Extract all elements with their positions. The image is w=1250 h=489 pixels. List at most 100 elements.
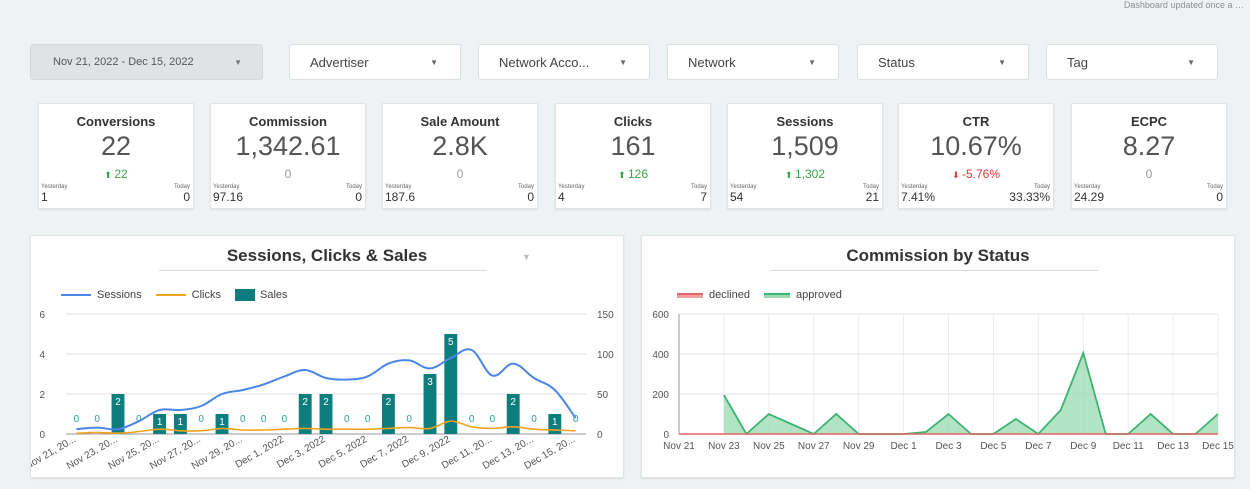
- scorecard-title: Clicks: [613, 114, 653, 129]
- caret-down-icon: ▼: [1187, 57, 1195, 67]
- filter-label: Tag: [1067, 54, 1088, 70]
- x-tick-label: Dec 1: [891, 441, 918, 452]
- x-tick-label: Nov 25: [753, 441, 785, 452]
- advertiser-filter[interactable]: Advertiser ▼: [289, 44, 461, 80]
- bar-data-label: 0: [469, 414, 475, 425]
- bar-data-label: 0: [198, 414, 204, 425]
- y-left-tick-label: 4: [39, 350, 45, 361]
- bar-data-label: 0: [261, 414, 267, 425]
- scorecard-delta: ⬇ -5.76%: [951, 167, 1001, 181]
- scorecard-title: Sessions: [776, 114, 834, 129]
- scorecard-title: Conversions: [76, 114, 156, 129]
- x-tick-label: Dec 3: [935, 441, 962, 452]
- caret-down-icon: ▼: [998, 57, 1006, 67]
- bar-data-label: 2: [386, 397, 392, 408]
- bar-data-label: 1: [178, 417, 184, 428]
- x-tick-label: Dec 15: [1202, 441, 1234, 452]
- scorecard-value: 2.8K: [432, 131, 488, 161]
- scorecard-delta: ⬆ 126: [617, 167, 649, 181]
- bar-data-label: 3: [427, 377, 433, 388]
- today-value: 0: [527, 190, 534, 204]
- scorecard-ecpc: ECPC 8.27 0 Yesterday Today 24.29 0: [1071, 103, 1227, 209]
- filter-label: Network: [688, 54, 736, 70]
- bar-data-label: 0: [94, 414, 100, 425]
- arrow-up-icon: ⬆: [104, 170, 115, 180]
- y-left-tick-label: 0: [39, 430, 45, 441]
- x-tick-label: Dec 7: [1025, 441, 1052, 452]
- arrow-up-icon: ⬆: [784, 170, 795, 180]
- date-range-picker[interactable]: Nov 21, 2022 - Dec 15, 2022 ▼: [30, 44, 263, 80]
- bar-data-label: 0: [490, 414, 496, 425]
- sessions-clicks-sales-chart: 02460501001500 020 1 1 0 1 0 0 02 20 020350 020 1 0No…: [31, 310, 614, 472]
- bar-data-label: 0: [365, 414, 371, 425]
- sales-bar[interactable]: [444, 334, 458, 434]
- x-tick-label: Nov 21: [663, 441, 695, 452]
- today-value: 33.33%: [1009, 190, 1050, 204]
- y-right-tick-label: 0: [597, 430, 603, 441]
- y-left-tick-label: 6: [39, 310, 45, 321]
- scorecard-ctr: CTR 10.67% ⬇ -5.76% Yesterday Today 7.41% 33.3…: [898, 103, 1054, 209]
- x-tick-label: Nov 27: [798, 441, 830, 452]
- scorecard-sessions: Sessions 1,509 ⬆ 1,302 Yesterday Today 54 21: [727, 103, 883, 209]
- x-tick-label: Nov 29: [843, 441, 875, 452]
- filter-label: Advertiser: [310, 54, 369, 70]
- y-tick-label: 0: [663, 430, 669, 441]
- scorecard-delta: 0: [284, 167, 292, 181]
- bar-data-label: 0: [531, 414, 537, 425]
- y-left-tick-label: 2: [39, 390, 45, 401]
- scorecard-conversions: Conversions 22 ⬆ 22 Yesterday Today 1 0: [38, 103, 194, 209]
- yesterday-value: 7.41%: [901, 190, 936, 204]
- scorecard-value: 1,509: [771, 131, 839, 161]
- x-tick-label: Nov 23: [708, 441, 740, 452]
- bar-data-label: 2: [115, 397, 121, 408]
- scorecard-delta: ⬆ 22: [104, 167, 128, 181]
- network-account-filter[interactable]: Network Acco... ▼: [478, 44, 650, 80]
- x-tick-label: Dec 9: [1070, 441, 1097, 452]
- network-filter[interactable]: Network ▼: [667, 44, 839, 80]
- commission-by-status-panel: Commission by Status declined approved 0…: [641, 235, 1235, 478]
- scorecard-sale-amount: Sale Amount 2.8K 0 Yesterday Today 187.6 0: [382, 103, 538, 209]
- scorecard-clicks: Clicks 161 ⬆ 126 Yesterday Today 4 7: [555, 103, 711, 209]
- bar-data-label: 0: [406, 414, 412, 425]
- y-tick-label: 600: [652, 310, 669, 321]
- x-tick-label: Dec 13: [1157, 441, 1189, 452]
- y-tick-label: 400: [652, 350, 669, 361]
- today-value: 0: [355, 190, 362, 204]
- scorecard-value: 161: [610, 131, 656, 161]
- bar-data-label: 1: [552, 417, 558, 428]
- bar-data-label: 5: [448, 337, 454, 348]
- y-right-tick-label: 100: [597, 350, 614, 361]
- x-tick-label: Dec 11: [1113, 441, 1144, 452]
- today-value: 0: [183, 190, 190, 204]
- bar-data-label: 2: [510, 397, 516, 408]
- scorecard-delta: 0: [456, 167, 464, 181]
- scorecard-value: 1,342.61: [235, 131, 341, 161]
- bar-data-label: 0: [344, 414, 350, 425]
- yesterday-value: 54: [730, 190, 744, 204]
- scorecard-value: 22: [100, 131, 132, 161]
- arrow-up-icon: ⬆: [617, 170, 628, 180]
- arrow-down-icon: ⬇: [951, 170, 962, 180]
- y-right-tick-label: 150: [597, 310, 614, 321]
- tag-filter[interactable]: Tag ▼: [1046, 44, 1218, 80]
- bar-data-label: 2: [302, 397, 308, 408]
- yesterday-value: 24.29: [1074, 190, 1105, 204]
- bar-data-label: 0: [282, 414, 288, 425]
- caret-down-icon: ▼: [430, 57, 438, 67]
- scorecard-title: ECPC: [1130, 114, 1168, 129]
- scorecard-delta: 0: [1145, 167, 1153, 181]
- status-filter[interactable]: Status ▼: [857, 44, 1029, 80]
- yesterday-value: 4: [558, 190, 565, 204]
- scorecard-value: 10.67%: [930, 131, 1022, 161]
- scorecard-title: Sale Amount: [420, 114, 500, 129]
- yesterday-value: 97.16: [213, 190, 244, 204]
- scorecard-delta: ⬆ 1,302: [784, 167, 826, 181]
- filter-label: Status: [878, 54, 915, 70]
- caret-down-icon: ▼: [234, 57, 242, 67]
- today-value: 7: [700, 190, 707, 204]
- dashboard-update-note: Dashboard updated once a …: [1123, 0, 1244, 10]
- scorecard-title: Commission: [248, 114, 327, 129]
- scorecard-commission: Commission 1,342.61 0 Yesterday Today 97.16 0: [210, 103, 366, 209]
- bar-data-label: 1: [219, 417, 225, 428]
- bar-data-label: 1: [157, 417, 163, 428]
